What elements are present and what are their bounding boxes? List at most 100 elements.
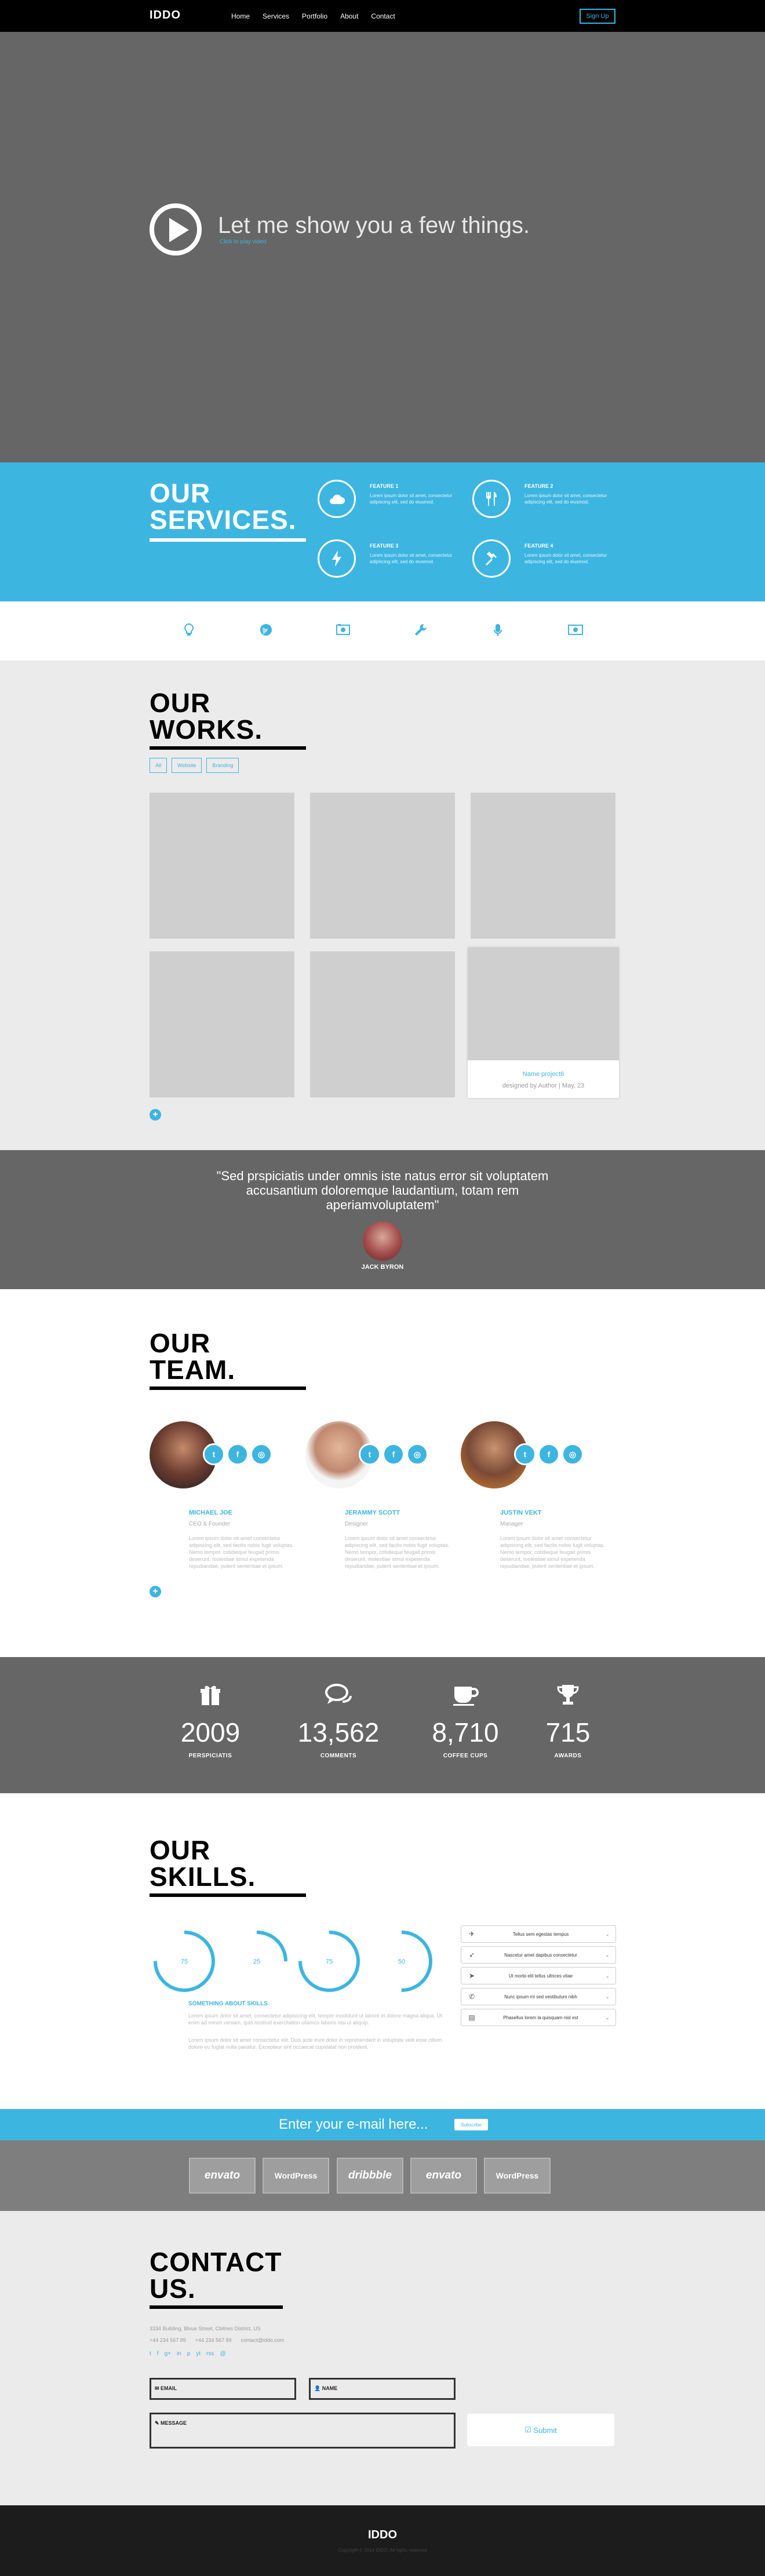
chevron-down-icon: ⌄ (605, 2015, 610, 2020)
accordion-label: Nascetur amet dapibus consectetur (504, 1952, 577, 1958)
contact-email[interactable]: contact@iddo.com (241, 2337, 285, 2343)
globe-icon[interactable] (257, 623, 275, 640)
phone-number: +44 234 567 89 (150, 2337, 186, 2343)
testimonial-avatar (363, 1221, 402, 1261)
team-section: OUR TEAM. t f ◎ MICHAEL JOE CEO & Founde… (0, 1289, 765, 1657)
google-plus-icon[interactable]: g+ (165, 2351, 171, 2357)
project-name[interactable]: Name project6 (468, 1071, 619, 1078)
load-more-plus-icon[interactable]: + (150, 1586, 161, 1597)
accordion-item[interactable]: ▤ Phasellus lorem la quisquam nisl est ⌄ (461, 2009, 616, 2026)
accordion-item[interactable]: ➤ Ut morbi elit tellus ultrices vitae ⌄ (461, 1967, 616, 1984)
facebook-icon[interactable]: f (157, 2351, 159, 2357)
email-label: EMAIL (161, 2385, 177, 2391)
portfolio-thumbnail[interactable] (471, 793, 615, 939)
title-underline (150, 1386, 306, 1390)
wrench-icon[interactable] (412, 623, 429, 640)
pinterest-icon[interactable]: p (187, 2351, 191, 2357)
stat-label: AWARDS (554, 1753, 582, 1759)
stat-value: 8,710 (432, 1717, 499, 1747)
team-title-line1: OUR (150, 1328, 211, 1358)
rss-icon[interactable]: rss (206, 2351, 214, 2357)
nav-contact-link[interactable]: Contact (371, 12, 395, 20)
wordpress-logo[interactable]: WordPress (263, 2158, 329, 2194)
nav-home-link[interactable]: Home (231, 12, 250, 20)
email-subscribe-input[interactable]: Enter your e-mail here... (279, 2117, 428, 2133)
skills-paragraph: Lorem ipsum dolor sit amet consectetur e… (188, 2037, 442, 2050)
filter-all-button[interactable]: All (150, 758, 167, 773)
accordion-item[interactable]: ✈ Tellus sem egestas tempus ⌄ (461, 1925, 616, 1943)
portfolio-thumbnail[interactable] (150, 793, 294, 939)
testimonial-author: JACK BYRON (361, 1264, 404, 1271)
youtube-icon[interactable]: yt (196, 2351, 201, 2357)
email-icon[interactable]: @ (220, 2351, 225, 2357)
stat-label: PERSPICIATIS (188, 1753, 232, 1759)
facebook-icon[interactable]: f (382, 1443, 405, 1465)
facebook-icon[interactable]: f (538, 1443, 560, 1465)
coffee-cup-icon (413, 1683, 518, 1709)
envato-logo[interactable]: envato (410, 2158, 477, 2194)
money-icon[interactable] (567, 623, 584, 638)
twitter-icon[interactable]: t (203, 1443, 225, 1465)
message-field[interactable]: ✎ MESSAGE (150, 2413, 456, 2449)
main-menu: Home Services Portfolio About Contact (231, 12, 395, 20)
stat-value: 715 (545, 1717, 591, 1747)
stat-label: COMMENTS (320, 1753, 357, 1759)
contact-title: CONTACT US. (150, 2249, 282, 2302)
linkedin-icon[interactable]: in (177, 2351, 181, 2357)
accordion-item[interactable]: ➶ Nascetur amet dapibus consectetur ⌄ (461, 1946, 616, 1964)
book-icon: ▤ (468, 2013, 475, 2022)
filter-website-button[interactable]: Website (172, 758, 202, 773)
check-icon: ☑ (524, 2425, 534, 2434)
twitter-icon[interactable]: t (150, 2351, 151, 2357)
portfolio-thumbnail[interactable] (310, 793, 455, 939)
dribbble-logo[interactable]: dribbble (337, 2158, 403, 2194)
works-section: OUR WORKS. All Website Branding Name pro… (0, 661, 765, 1150)
portfolio-filters: All Website Branding (150, 758, 239, 773)
filter-branding-button[interactable]: Branding (206, 758, 239, 773)
skill-ring-value: 50 (398, 1958, 405, 1965)
hero-section: Let me show you a few things. Click to p… (0, 32, 765, 462)
plane-icon: ✈ (468, 1930, 475, 1938)
stat-value: 2009 (180, 1717, 241, 1747)
chevron-down-icon: ⌄ (605, 1952, 610, 1958)
send-icon: ➤ (468, 1972, 475, 1980)
load-more-plus-icon[interactable]: + (150, 1109, 161, 1121)
hero-subtitle-link[interactable]: Click to play video (220, 239, 267, 245)
services-section: OUR SERVICES. FEATURE 1 Lorem ipsum dolo… (0, 462, 765, 601)
twitter-icon[interactable]: t (514, 1443, 536, 1465)
email-field[interactable]: ✉ EMAIL (150, 2378, 296, 2400)
portfolio-thumbnail[interactable] (150, 951, 294, 1097)
instagram-icon[interactable]: ◎ (250, 1443, 272, 1465)
instagram-icon[interactable]: ◎ (406, 1443, 428, 1465)
nav-services-link[interactable]: Services (263, 12, 289, 20)
gavel-icon (472, 539, 511, 578)
accordion-item[interactable]: ✆ Nunc ipsum mi sed vestibulum nibh ⌄ (461, 1988, 616, 2005)
nav-portfolio-link[interactable]: Portfolio (302, 12, 327, 20)
footer-copyright: Copyright © 2014 IDDO. All rights reserv… (338, 2548, 427, 2553)
subscribe-bar: Enter your e-mail here... Subscribe (0, 2109, 765, 2140)
services-title-line2: SERVICES. (150, 505, 297, 535)
portfolio-item-hovered[interactable]: Name project6 designed by Author | May, … (468, 947, 619, 1098)
skill-ring-value: 75 (181, 1958, 188, 1965)
microphone-icon[interactable] (489, 623, 507, 641)
lightbulb-icon[interactable] (180, 623, 198, 640)
portfolio-thumbnail[interactable] (310, 951, 455, 1097)
sign-up-button[interactable]: Sign Up (580, 9, 615, 24)
envato-logo[interactable]: envato (189, 2158, 256, 2194)
lightning-icon (318, 539, 356, 578)
play-video-icon[interactable] (150, 203, 202, 256)
chevron-down-icon: ⌄ (605, 1994, 610, 1999)
facebook-icon[interactable]: f (227, 1443, 249, 1465)
wordpress-logo[interactable]: WordPress (484, 2158, 551, 2194)
team-title-line2: TEAM. (150, 1355, 236, 1385)
brand-logo[interactable]: IDDO (150, 9, 181, 22)
twitter-icon[interactable]: t (359, 1443, 381, 1465)
name-field[interactable]: 👤 NAME (309, 2378, 456, 2400)
subscribe-button[interactable]: Subscribe (454, 2119, 488, 2130)
instagram-icon[interactable]: ◎ (562, 1443, 584, 1465)
submit-button[interactable]: ☑ Submit (467, 2414, 614, 2446)
camera-icon[interactable] (334, 623, 352, 638)
phone-number: +44 234 567 89 (195, 2337, 232, 2343)
footer-logo[interactable]: IDDO (0, 2528, 765, 2542)
nav-about-link[interactable]: About (340, 12, 358, 20)
